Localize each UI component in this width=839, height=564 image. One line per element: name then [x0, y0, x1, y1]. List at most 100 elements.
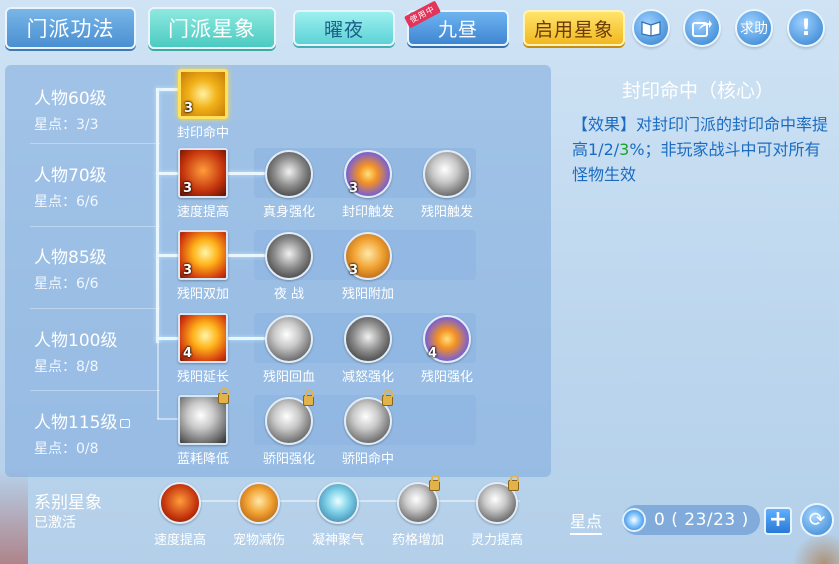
- sunset-boost-icon: 4: [423, 315, 471, 363]
- system-node-label: 宠物减伤: [232, 533, 285, 548]
- system-node-label: 药格增加: [391, 533, 444, 548]
- speed-icon: [159, 482, 201, 524]
- share-icon: [692, 20, 712, 37]
- skill-label: 真身强化: [262, 205, 315, 220]
- skill-node-sunset-extend[interactable]: 4 残阳延长: [163, 313, 243, 385]
- book-button[interactable]: [632, 9, 670, 47]
- decoration: [0, 470, 28, 564]
- skill-node-sunset-boost[interactable]: 4 残阳强化: [407, 314, 487, 385]
- system-node-spirit-up[interactable]: 灵力提高: [457, 475, 537, 548]
- level-row-70: 人物70级 星点：6/6: [34, 161, 107, 211]
- system-node-pet-defense[interactable]: 宠物减伤: [219, 481, 299, 548]
- add-star-points-button[interactable]: +: [764, 507, 792, 535]
- skill-label: 夜 战: [273, 287, 305, 302]
- tab-kungfu[interactable]: 门派功法: [5, 7, 136, 49]
- system-node-medicine-slot[interactable]: 药格增加: [378, 475, 458, 548]
- skill-node-sunset-double[interactable]: 3 残阳双加: [163, 230, 243, 302]
- star-points-box: 0 ( 23/23 ): [622, 505, 760, 535]
- level-name: 人物100级: [34, 331, 118, 351]
- level-name: 人物60级: [34, 89, 107, 109]
- info-button[interactable]: !: [787, 9, 825, 47]
- level-name: 人物115级: [34, 408, 131, 433]
- medicine-slot-icon: [397, 475, 440, 524]
- level-badge: 3: [184, 101, 194, 116]
- padlock-icon: [382, 390, 393, 406]
- detail-description: 【效果】对封印门派的封印命中率提高1/2/3%；非玩家战斗中可对所有怪物生效: [572, 115, 829, 184]
- focus-icon: [317, 482, 359, 524]
- tab-astral[interactable]: 门派星象: [148, 7, 276, 49]
- skill-node-anger-reduce[interactable]: 减怒强化: [328, 314, 408, 385]
- phoenix-icon: [265, 150, 313, 198]
- skill-label: 残阳强化: [420, 370, 473, 385]
- blaze-boost-icon: [265, 390, 314, 445]
- blaze-hit-icon: [344, 390, 393, 445]
- level-badge: 4: [183, 346, 193, 361]
- level-points: 星点：0/8: [34, 441, 99, 457]
- skill-node-blaze-boost[interactable]: 骄阳强化: [249, 390, 329, 467]
- sunset-trigger-icon: [423, 150, 471, 198]
- divider: [30, 390, 160, 391]
- skill-node-sunset-trigger[interactable]: 残阳触发: [407, 149, 487, 220]
- skill-label: 残阳触发: [420, 205, 473, 220]
- share-button[interactable]: [683, 9, 721, 47]
- divider: [30, 226, 160, 227]
- skill-label: 残阳回血: [262, 370, 315, 385]
- skill-node-mana-reduce[interactable]: 蓝耗降低: [163, 388, 243, 467]
- jiuzhou-label: 九昼: [437, 18, 478, 41]
- night-battle-icon: [265, 232, 313, 280]
- level-points: 星点：6/6: [34, 276, 99, 292]
- skill-node-seal-trigger[interactable]: 3 封印触发: [328, 149, 408, 220]
- help-button[interactable]: 求助: [735, 9, 773, 47]
- star-point-icon: [622, 508, 646, 532]
- skill-node-sunset-heal[interactable]: 残阳回血: [249, 314, 329, 385]
- detail-title: 封印命中（核心）: [621, 80, 774, 102]
- level-row-115: 人物115级 星点：0/8: [34, 408, 131, 458]
- skill-label: 蓝耗降低: [176, 452, 229, 467]
- level-points: 星点：8/8: [34, 359, 99, 375]
- sunset-heal-icon: [265, 315, 313, 363]
- skill-node-seal-hit[interactable]: 3 封印命中: [163, 69, 243, 141]
- connector: [156, 88, 159, 343]
- star-points-value: 0 ( 23/23 ): [654, 510, 749, 530]
- yaoye-button[interactable]: 曜夜: [293, 10, 395, 46]
- top-toolbar: 门派功法 门派星象 曜夜 使用中 九昼 启用星象 求助 !: [0, 0, 839, 58]
- system-node-speed[interactable]: 速度提高: [140, 481, 220, 548]
- skill-label: 骄阳强化: [262, 452, 315, 467]
- exclamation-icon: !: [800, 15, 812, 41]
- speed-up-icon: 3: [178, 148, 228, 198]
- skill-label: 封印触发: [341, 205, 394, 220]
- level-points: 星点：6/6: [34, 194, 99, 210]
- skill-node-sunset-attach[interactable]: 3 残阳附加: [328, 231, 408, 302]
- system-astral-title: 系别星象: [34, 493, 102, 513]
- seal-trigger-icon: 3: [344, 150, 392, 198]
- level-name: 人物70级: [34, 166, 107, 186]
- star-points-label: 星点: [570, 508, 603, 535]
- refresh-icon: ⟳: [808, 507, 826, 531]
- padlock-icon: [508, 475, 519, 491]
- in-use-ribbon: 使用中: [403, 0, 442, 29]
- divider: [30, 143, 160, 144]
- system-node-label: 速度提高: [153, 533, 206, 548]
- system-node-focus[interactable]: 凝神聚气: [298, 481, 378, 548]
- skill-label: 封印命中: [176, 126, 229, 141]
- skill-node-true-body[interactable]: 真身强化: [249, 149, 329, 220]
- system-astral-status: 已激活: [34, 515, 76, 531]
- enable-astral-button[interactable]: 启用星象: [523, 10, 625, 46]
- lock-icon: [120, 419, 131, 428]
- skill-node-speed-up[interactable]: 3 速度提高: [163, 148, 243, 220]
- bell-icon: 3: [344, 232, 392, 280]
- skill-label: 减怒强化: [341, 370, 394, 385]
- jiuzhou-button[interactable]: 使用中 九昼: [403, 0, 509, 46]
- skill-label: 骄阳命中: [341, 452, 394, 467]
- level-badge: 3: [183, 263, 193, 278]
- padlock-icon: [303, 390, 314, 406]
- level-badge: 3: [183, 181, 193, 196]
- skill-node-night-battle[interactable]: 夜 战: [249, 231, 329, 302]
- refresh-button[interactable]: ⟳: [800, 503, 834, 537]
- skill-label: 残阳延长: [176, 370, 229, 385]
- level-row-100: 人物100级 星点：8/8: [34, 326, 117, 376]
- skill-node-blaze-hit[interactable]: 骄阳命中: [328, 390, 408, 467]
- system-node-label: 灵力提高: [470, 533, 523, 548]
- system-node-label: 凝神聚气: [311, 533, 364, 548]
- skill-label: 速度提高: [176, 205, 229, 220]
